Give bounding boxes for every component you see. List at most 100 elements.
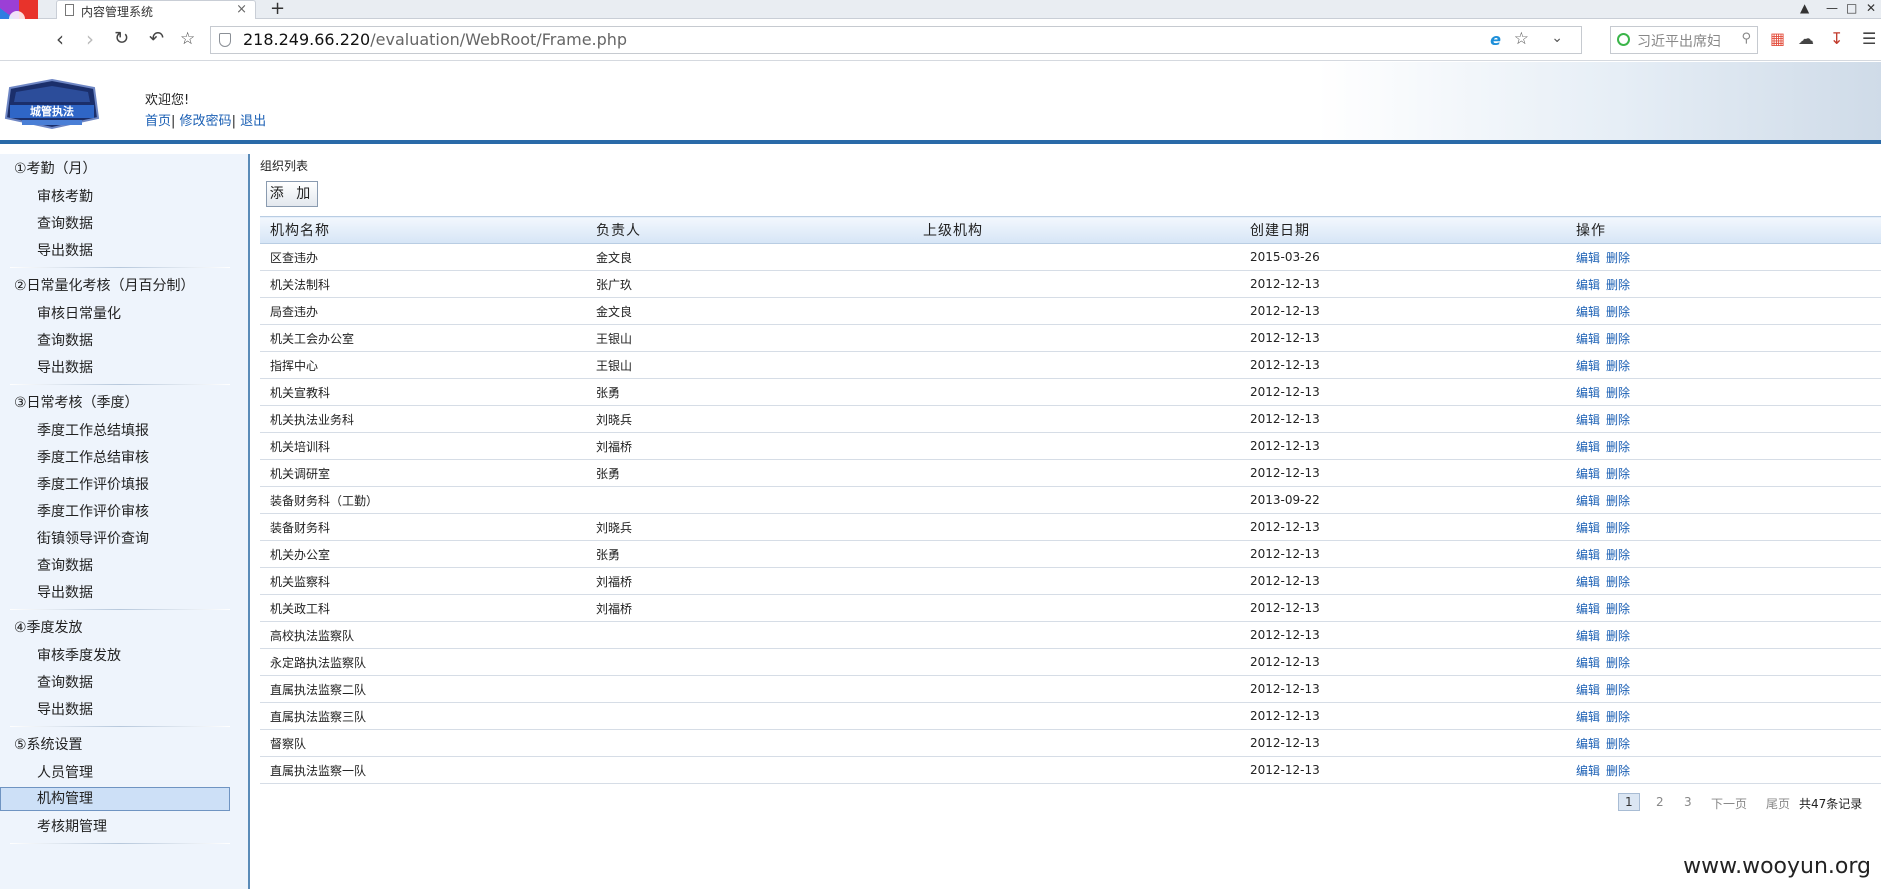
- edit-link[interactable]: 编辑: [1576, 683, 1600, 697]
- edit-link[interactable]: 编辑: [1576, 548, 1600, 562]
- page-current[interactable]: 1: [1618, 793, 1640, 811]
- delete-link[interactable]: 删除: [1606, 359, 1630, 373]
- maximize-icon[interactable]: □: [1846, 1, 1857, 15]
- sidebar-item-review-payout[interactable]: 审核季度发放: [37, 645, 121, 665]
- edit-link[interactable]: 编辑: [1576, 359, 1600, 373]
- page-link-2[interactable]: 2: [1656, 795, 1664, 809]
- table-row: 装备财务科 刘晓兵 2012-12-13 编辑 删除: [260, 513, 1881, 541]
- minimize-icon[interactable]: —: [1826, 1, 1838, 15]
- delete-link[interactable]: 删除: [1606, 467, 1630, 481]
- last-page-link[interactable]: 尾页: [1766, 795, 1790, 812]
- sidebar-item-review-daily[interactable]: 审核日常量化: [37, 303, 121, 323]
- delete-link[interactable]: 删除: [1606, 602, 1630, 616]
- edit-link[interactable]: 编辑: [1576, 737, 1600, 751]
- edit-link[interactable]: 编辑: [1576, 710, 1600, 724]
- undo-icon[interactable]: ↶: [149, 27, 164, 51]
- sidebar-item-export-data[interactable]: 导出数据: [37, 240, 93, 260]
- sidebar-item-leader-eval-query[interactable]: 街镇领导评价查询: [37, 528, 149, 548]
- sidebar-item-export-data[interactable]: 导出数据: [37, 582, 93, 602]
- search-input[interactable]: 习近平出席妇 ⚲: [1610, 26, 1758, 54]
- logout-link[interactable]: 退出: [240, 114, 266, 129]
- delete-link[interactable]: 删除: [1606, 710, 1630, 724]
- sidebar-item-export-data[interactable]: 导出数据: [37, 699, 93, 719]
- cell-actions: 编辑 删除: [1566, 351, 1881, 379]
- home-link[interactable]: 首页: [145, 114, 171, 129]
- delete-link[interactable]: 删除: [1606, 656, 1630, 670]
- edit-link[interactable]: 编辑: [1576, 629, 1600, 643]
- cloud-icon[interactable]: ☁: [1798, 29, 1814, 48]
- delete-link[interactable]: 删除: [1606, 575, 1630, 589]
- download-icon[interactable]: ↧: [1830, 29, 1843, 48]
- delete-link[interactable]: 删除: [1606, 764, 1630, 778]
- change-password-link[interactable]: 修改密码: [180, 114, 232, 129]
- menu-group-daily-quantified[interactable]: ②日常量化考核（月百分制）: [14, 275, 195, 295]
- shirt-icon[interactable]: ▲: [1800, 1, 1809, 15]
- sidebar-item-query-data[interactable]: 查询数据: [37, 330, 93, 350]
- close-window-icon[interactable]: ✕: [1866, 1, 1876, 15]
- favorite-star-icon[interactable]: ☆: [180, 27, 195, 51]
- delete-link[interactable]: 删除: [1606, 548, 1630, 562]
- delete-link[interactable]: 删除: [1606, 440, 1630, 454]
- ie-mode-icon[interactable]: e: [1490, 30, 1501, 49]
- edit-link[interactable]: 编辑: [1576, 305, 1600, 319]
- delete-link[interactable]: 删除: [1606, 494, 1630, 508]
- sidebar-item-query-data[interactable]: 查询数据: [37, 213, 93, 233]
- url-input[interactable]: 218.249.66.220/evaluation/WebRoot/Frame.…: [210, 26, 1582, 54]
- delete-link[interactable]: 删除: [1606, 737, 1630, 751]
- sidebar-item-quarter-eval-fill[interactable]: 季度工作评价填报: [37, 474, 149, 494]
- sidebar-item-organizations[interactable]: 机构管理: [0, 787, 230, 811]
- edit-link[interactable]: 编辑: [1576, 521, 1600, 535]
- table-row: 直属执法监察一队 2012-12-13 编辑 删除: [260, 756, 1881, 784]
- delete-link[interactable]: 删除: [1606, 278, 1630, 292]
- menu-icon[interactable]: ☰: [1862, 29, 1876, 48]
- sidebar-item-quarter-summary-fill[interactable]: 季度工作总结填报: [37, 420, 149, 440]
- sidebar-item-export-data[interactable]: 导出数据: [37, 357, 93, 377]
- edit-link[interactable]: 编辑: [1576, 494, 1600, 508]
- delete-link[interactable]: 删除: [1606, 521, 1630, 535]
- edit-link[interactable]: 编辑: [1576, 764, 1600, 778]
- edit-link[interactable]: 编辑: [1576, 602, 1600, 616]
- back-icon[interactable]: ‹: [56, 27, 64, 51]
- delete-link[interactable]: 删除: [1606, 251, 1630, 265]
- delete-link[interactable]: 删除: [1606, 305, 1630, 319]
- menu-group-system-settings[interactable]: ⑤系统设置: [14, 734, 83, 754]
- delete-link[interactable]: 删除: [1606, 386, 1630, 400]
- cell-actions: 编辑 删除: [1566, 729, 1881, 757]
- delete-link[interactable]: 删除: [1606, 413, 1630, 427]
- delete-link[interactable]: 删除: [1606, 683, 1630, 697]
- add-button[interactable]: 添 加: [266, 181, 318, 207]
- sidebar-item-query-data[interactable]: 查询数据: [37, 672, 93, 692]
- new-tab-button[interactable]: +: [270, 0, 285, 19]
- search-icon[interactable]: ⚲: [1741, 31, 1751, 46]
- reload-icon[interactable]: ↻: [114, 27, 129, 51]
- page-link-3[interactable]: 3: [1684, 795, 1692, 809]
- browser-tab[interactable]: 内容管理系统 ×: [56, 0, 256, 19]
- edit-link[interactable]: 编辑: [1576, 440, 1600, 454]
- chevron-down-icon[interactable]: ⌄: [1551, 30, 1563, 46]
- menu-group-quarterly-payout[interactable]: ④季度发放: [14, 617, 83, 637]
- sidebar-item-assessment-period[interactable]: 考核期管理: [37, 816, 107, 836]
- edit-link[interactable]: 编辑: [1576, 386, 1600, 400]
- sidebar-item-query-data[interactable]: 查询数据: [37, 555, 93, 575]
- edit-link[interactable]: 编辑: [1576, 413, 1600, 427]
- sidebar-item-quarter-eval-review[interactable]: 季度工作评价审核: [37, 501, 149, 521]
- bookmark-star-icon[interactable]: ☆: [1514, 29, 1529, 49]
- sidebar-item-review-attendance[interactable]: 审核考勤: [37, 186, 93, 206]
- menu-group-attendance[interactable]: ①考勤（月）: [14, 158, 97, 178]
- apps-grid-icon[interactable]: ▦: [1770, 29, 1785, 48]
- menu-group-quarterly[interactable]: ③日常考核（季度）: [14, 392, 139, 412]
- edit-link[interactable]: 编辑: [1576, 251, 1600, 265]
- edit-link[interactable]: 编辑: [1576, 656, 1600, 670]
- forward-icon[interactable]: ›: [86, 27, 94, 51]
- close-tab-icon[interactable]: ×: [236, 2, 247, 17]
- cell-actions: 编辑 删除: [1566, 297, 1881, 325]
- edit-link[interactable]: 编辑: [1576, 278, 1600, 292]
- sidebar-item-quarter-summary-review[interactable]: 季度工作总结审核: [37, 447, 149, 467]
- edit-link[interactable]: 编辑: [1576, 332, 1600, 346]
- edit-link[interactable]: 编辑: [1576, 467, 1600, 481]
- next-page-link[interactable]: 下一页: [1711, 795, 1747, 812]
- delete-link[interactable]: 删除: [1606, 332, 1630, 346]
- edit-link[interactable]: 编辑: [1576, 575, 1600, 589]
- delete-link[interactable]: 删除: [1606, 629, 1630, 643]
- sidebar-item-personnel[interactable]: 人员管理: [37, 762, 93, 782]
